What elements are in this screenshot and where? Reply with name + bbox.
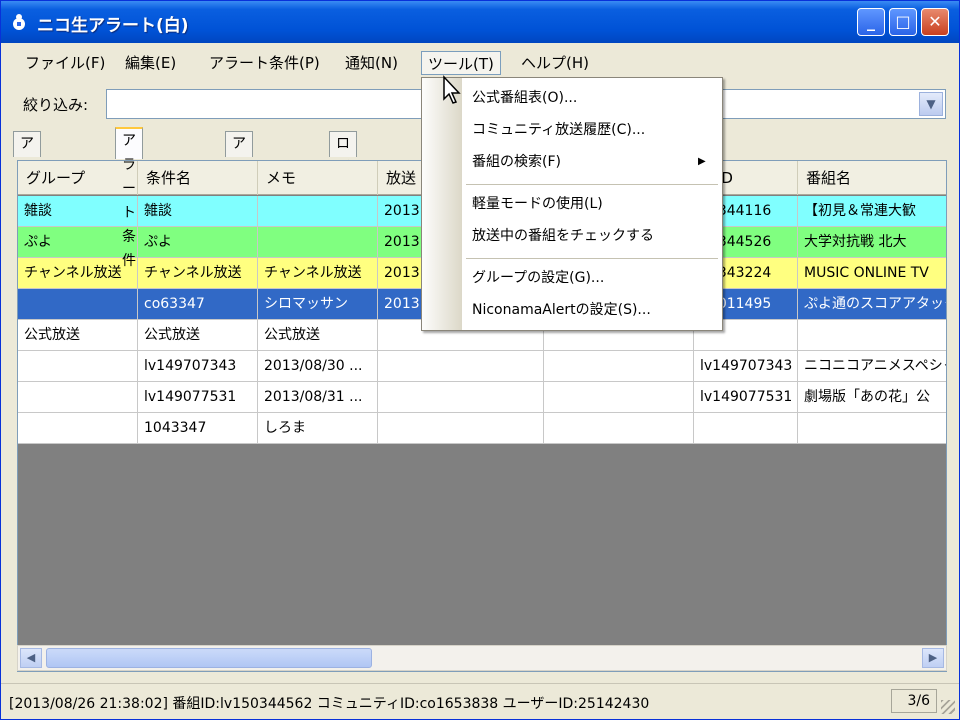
menu-tools[interactable]: ツール(T)	[421, 51, 501, 75]
cell-group	[18, 382, 138, 413]
column-header-program-name[interactable]: 番組名	[798, 161, 946, 195]
menu-item-lightweight-mode[interactable]: 軽量モードの使用(L)	[472, 190, 603, 218]
horizontal-scrollbar[interactable]: ◀ ▶	[17, 645, 947, 671]
window-title: ニコ生アラート(白)	[37, 16, 189, 36]
menu-bar: ファイル(F) 編集(E) アラート条件(P) 通知(N) ツール(T) ヘルプ…	[1, 45, 959, 79]
cell-memo: 2013/08/31 ...	[258, 382, 378, 413]
cell-program-name: MUSIC ONLINE TV	[798, 258, 946, 289]
cell-program-id	[694, 413, 798, 444]
cell-program-name: 【初見＆常連大歓	[798, 196, 946, 227]
cell-group	[18, 351, 138, 382]
tab-alert-schedule[interactable]: アラート予定	[225, 131, 253, 272]
menu-item-official-schedule[interactable]: 公式番組表(O)...	[472, 84, 577, 112]
cell-program-name	[798, 320, 946, 351]
cell-memo: チャンネル放送	[258, 258, 378, 289]
arrow-right-icon[interactable]: ▶	[922, 648, 944, 668]
cell-broadcast	[378, 351, 544, 382]
column-header-group[interactable]: グループ	[18, 161, 138, 195]
cell-memo	[258, 196, 378, 227]
table-row[interactable]: lv149707343 2013/08/30 ... lv149707343 ニコニコ…	[18, 351, 946, 382]
cell-group: ぷよ	[18, 227, 138, 258]
cell-program-name: ぷよ通のスコアアタック	[798, 289, 946, 320]
filter-label: 絞り込み:	[23, 96, 89, 114]
cell-broadcast	[378, 382, 544, 413]
cell-memo: 公式放送	[258, 320, 378, 351]
cell-group: 雑談	[18, 196, 138, 227]
tab-log[interactable]: ログ	[329, 131, 357, 176]
menu-item-app-settings[interactable]: NiconamaAlertの設定(S)...	[472, 296, 651, 324]
chevron-down-icon[interactable]: ▼	[919, 92, 943, 116]
menu-separator	[466, 258, 718, 259]
cell-condition: 1043347	[138, 413, 258, 444]
cell-condition: 雑談	[138, 196, 258, 227]
cell-condition: lv149077531	[138, 382, 258, 413]
column-header-memo[interactable]: メモ	[258, 161, 378, 195]
maximize-button[interactable]: □	[889, 8, 917, 36]
cell-program-name: ニコニコアニメスペシャ	[798, 351, 946, 382]
menu-item-search-programs[interactable]: 番組の検索(F)	[472, 148, 561, 176]
cell-program-name: 大学対抗戦 北大	[798, 227, 946, 258]
table-row[interactable]: 1043347 しろま	[18, 413, 946, 444]
cell-condition: co63347	[138, 289, 258, 320]
arrow-left-icon[interactable]: ◀	[20, 648, 42, 668]
menu-item-check-live[interactable]: 放送中の番組をチェックする	[472, 222, 654, 250]
cell-condition: lv149707343	[138, 351, 258, 382]
minimize-button[interactable]: _	[857, 8, 885, 36]
scrollbar-thumb[interactable]	[46, 648, 372, 668]
cell-group: 公式放送	[18, 320, 138, 351]
menu-gutter	[422, 78, 462, 330]
cell-condition: ぷよ	[138, 227, 258, 258]
status-bar: [2013/08/26 21:38:02] 番組ID:lv150344562 コ…	[1, 683, 959, 719]
cell-memo: シロマッサン	[258, 289, 378, 320]
tools-dropdown-menu: 公式番組表(O)... コミュニティ放送履歴(C)... 番組の検索(F) ▶ …	[421, 77, 723, 331]
cell-program-name	[798, 413, 946, 444]
cell-group: チャンネル放送	[18, 258, 138, 289]
cell-memo: 2013/08/30 ...	[258, 351, 378, 382]
cell-broadcast	[378, 413, 544, 444]
mouse-cursor-icon	[443, 75, 461, 104]
cell-condition: チャンネル放送	[138, 258, 258, 289]
menu-alert-conditions[interactable]: アラート条件(P)	[203, 51, 326, 75]
resize-grip-icon[interactable]	[941, 700, 955, 714]
cell-group	[18, 413, 138, 444]
table-row[interactable]: lv149077531 2013/08/31 ... lv149077531 劇場版「…	[18, 382, 946, 413]
menu-item-group-settings[interactable]: グループの設定(G)...	[472, 264, 604, 292]
close-button[interactable]: ✕	[921, 8, 949, 36]
cell-memo: しろま	[258, 413, 378, 444]
status-text: [2013/08/26 21:38:02] 番組ID:lv150344562 コ…	[9, 696, 650, 712]
column-header-condition[interactable]: 条件名	[138, 161, 258, 195]
cell-group	[18, 289, 138, 320]
status-page-count: 3/6	[891, 689, 937, 713]
menu-separator	[466, 184, 718, 185]
cell-blank	[544, 413, 694, 444]
title-bar[interactable]: ニコ生アラート(白) _ □ ✕	[1, 1, 959, 43]
menu-notify[interactable]: 通知(N)	[339, 51, 404, 75]
cell-program-name: 劇場版「あの花」公	[798, 382, 946, 413]
cell-memo	[258, 227, 378, 258]
cell-program-id: lv149707343	[694, 351, 798, 382]
app-window: ニコ生アラート(白) _ □ ✕ ファイル(F) 編集(E) アラート条件(P)…	[0, 0, 960, 720]
menu-file[interactable]: ファイル(F)	[19, 51, 111, 75]
cell-condition: 公式放送	[138, 320, 258, 351]
cell-blank	[544, 382, 694, 413]
cell-program-id: lv149077531	[694, 382, 798, 413]
menu-item-community-history[interactable]: コミュニティ放送履歴(C)...	[472, 116, 645, 144]
tab-alert-history[interactable]: アラート履歴	[13, 131, 41, 272]
arrow-right-icon: ▶	[698, 156, 706, 167]
tab-alert-conditions[interactable]: アラート条件	[115, 127, 143, 269]
menu-edit[interactable]: 編集(E)	[119, 51, 182, 75]
alert-app-icon	[13, 14, 25, 30]
cell-blank	[544, 351, 694, 382]
menu-help[interactable]: ヘルプ(H)	[515, 51, 595, 75]
